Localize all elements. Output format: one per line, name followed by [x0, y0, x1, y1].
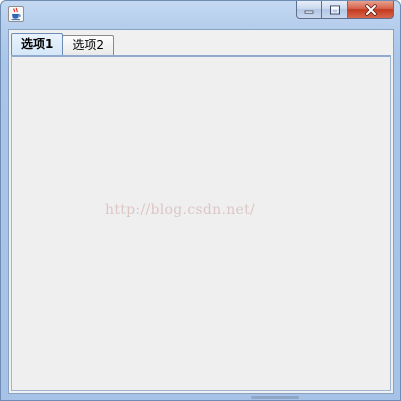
close-icon — [364, 3, 377, 16]
resize-grip[interactable] — [251, 396, 299, 399]
tab-strip: 选项1 选项2 — [11, 33, 114, 55]
java-cup-icon[interactable] — [8, 6, 24, 22]
caption-buttons — [296, 1, 394, 20]
title-bar[interactable] — [1, 1, 400, 27]
minimize-button[interactable] — [296, 1, 322, 19]
tab-option-1[interactable]: 选项1 — [11, 33, 64, 55]
tab-panel — [11, 55, 391, 391]
close-button[interactable] — [348, 1, 394, 19]
watermark-text: http://blog.csdn.net/ — [105, 202, 256, 218]
maximize-icon — [329, 5, 340, 14]
app-window: 选项1 选项2 http://blog.csdn.net/ — [0, 0, 401, 401]
maximize-button[interactable] — [322, 1, 348, 19]
tab-option-2[interactable]: 选项2 — [62, 35, 114, 55]
minimize-icon — [304, 10, 314, 14]
